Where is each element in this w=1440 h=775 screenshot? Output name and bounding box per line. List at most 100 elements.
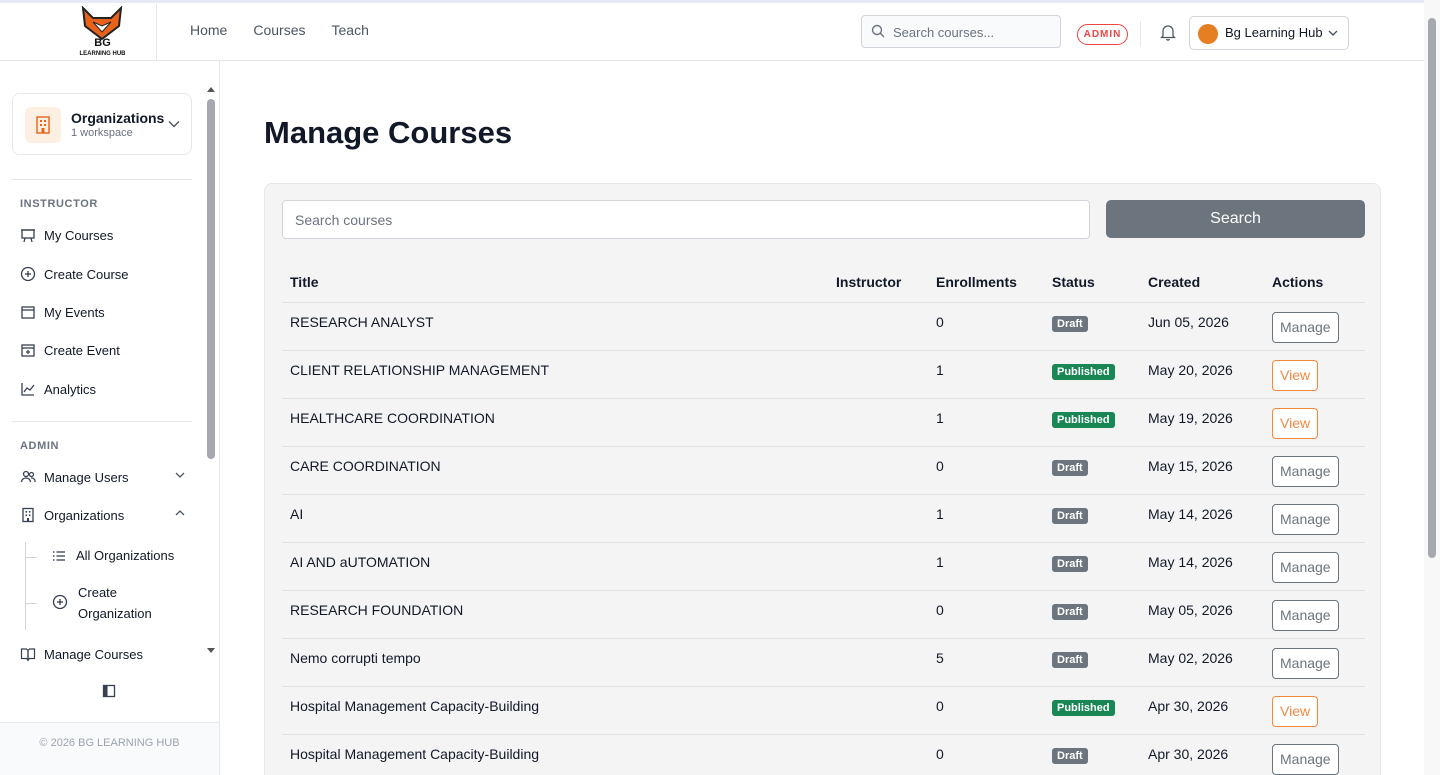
- bell-icon[interactable]: [1160, 24, 1176, 41]
- cell-title: CARE COORDINATION: [282, 446, 828, 495]
- cell-created: Apr 30, 2026: [1140, 734, 1264, 775]
- status-badge: Draft: [1052, 507, 1088, 524]
- section-label-instructor: INSTRUCTOR: [20, 198, 98, 210]
- page-title: Manage Courses: [264, 115, 513, 150]
- nav-home[interactable]: Home: [190, 22, 227, 38]
- manage-button[interactable]: Manage: [1272, 599, 1339, 631]
- plus-circle-icon: [52, 594, 68, 610]
- sidebar-subitem-create-organization[interactable]: Create Organization: [52, 582, 178, 624]
- cell-instructor: [828, 638, 928, 687]
- tree-tick: [25, 603, 37, 604]
- cell-status: Draft: [1044, 302, 1140, 351]
- cell-enrollments: 1: [928, 542, 1044, 591]
- table-row: HEALTHCARE COORDINATION 1 Published May 19,…: [282, 398, 1365, 447]
- section-label-admin: ADMIN: [20, 440, 60, 452]
- view-button[interactable]: View: [1272, 695, 1319, 727]
- manage-button[interactable]: Manage: [1272, 503, 1339, 535]
- org-switcher[interactable]: Organizations 1 workspace: [12, 93, 192, 155]
- cell-created: May 02, 2026: [1140, 638, 1264, 687]
- cell-title: HEALTHCARE COORDINATION: [282, 398, 828, 447]
- calendar-plus-icon: [21, 344, 35, 357]
- search-button[interactable]: Search: [1106, 200, 1365, 238]
- status-badge: Draft: [1052, 459, 1088, 476]
- status-badge: Published: [1052, 411, 1115, 428]
- cell-actions: Manage: [1264, 494, 1365, 543]
- manage-button[interactable]: Manage: [1272, 455, 1339, 487]
- sidebar-item-manage-courses[interactable]: Manage Courses: [20, 643, 195, 665]
- course-search-input[interactable]: [282, 200, 1090, 239]
- role-badge: ADMIN: [1077, 24, 1128, 45]
- book-open-icon: [20, 648, 36, 662]
- status-badge: Published: [1052, 363, 1115, 380]
- manage-button[interactable]: Manage: [1272, 647, 1339, 679]
- tree-line: [25, 542, 26, 630]
- cell-enrollments: 0: [928, 590, 1044, 639]
- manage-button[interactable]: Manage: [1272, 311, 1339, 343]
- sidebar-item-my-events[interactable]: My Events: [20, 301, 195, 323]
- sidebar-footer: © 2026 BG LEARNING HUB: [0, 722, 219, 775]
- top-nav: Home Courses Teach: [190, 22, 369, 38]
- sidebar-toggle-icon[interactable]: [102, 684, 116, 698]
- nav-teach[interactable]: Teach: [332, 22, 369, 38]
- fox-logo-icon: [81, 6, 123, 40]
- users-icon: [20, 470, 36, 483]
- cell-status: Draft: [1044, 446, 1140, 495]
- cell-enrollments: 1: [928, 350, 1044, 399]
- brand-logo[interactable]: BG LEARNING HUB: [60, 4, 157, 61]
- cell-created: Jun 05, 2026: [1140, 302, 1264, 351]
- cell-title: RESEARCH ANALYST: [282, 302, 828, 351]
- view-button[interactable]: View: [1272, 407, 1319, 439]
- top-bar: BG LEARNING HUB Home Courses Teach ADMIN…: [0, 0, 1424, 61]
- table-row: Hospital Management Capacity-Building 0 Pu…: [282, 686, 1365, 735]
- sidebar-item-manage-users[interactable]: Manage Users: [20, 466, 195, 488]
- account-menu[interactable]: Bg Learning Hub: [1189, 16, 1349, 50]
- page-scrollbar[interactable]: [1424, 0, 1440, 775]
- sidebar-item-create-event[interactable]: Create Event: [20, 339, 195, 361]
- cell-title: AI AND aUTOMATION: [282, 542, 828, 591]
- table-row: Nemo corrupti tempo 5 Draft May 02, 2026 Man…: [282, 638, 1365, 687]
- status-badge: Draft: [1052, 315, 1088, 332]
- cell-title: CLIENT RELATIONSHIP MANAGEMENT: [282, 350, 828, 399]
- sidebar-item-analytics[interactable]: Analytics: [20, 378, 195, 400]
- cell-actions: Manage: [1264, 446, 1365, 495]
- manage-button[interactable]: Manage: [1272, 551, 1339, 583]
- sidebar-item-label: Organizations: [44, 507, 125, 523]
- divider: [1140, 21, 1141, 47]
- column-header-created: Created: [1140, 262, 1264, 303]
- column-header-title: Title: [282, 262, 828, 303]
- building-icon: [36, 116, 50, 134]
- cell-instructor: [828, 446, 928, 495]
- sidebar: Organizations 1 workspace INSTRUCTOR My …: [0, 61, 220, 775]
- table-row: CARE COORDINATION 0 Draft May 15, 2026 Manag…: [282, 446, 1365, 495]
- sidebar-item-create-course[interactable]: Create Course: [20, 263, 195, 285]
- line-chart-icon: [21, 383, 35, 396]
- scroll-down-arrow-icon[interactable]: [206, 647, 216, 655]
- sidebar-item-label: Manage Courses: [44, 646, 143, 662]
- sidebar-item-label: Create Event: [44, 342, 120, 358]
- view-button[interactable]: View: [1272, 359, 1319, 391]
- cell-created: May 14, 2026: [1140, 542, 1264, 591]
- table-row: Hospital Management Capacity-Building 0 Dr…: [282, 734, 1365, 775]
- sidebar-item-my-courses[interactable]: My Courses: [20, 224, 195, 246]
- cell-instructor: [828, 302, 928, 351]
- top-search: [861, 15, 1061, 48]
- cell-created: May 20, 2026: [1140, 350, 1264, 399]
- manage-button[interactable]: Manage: [1272, 743, 1339, 775]
- sidebar-item-organizations[interactable]: Organizations: [20, 504, 195, 526]
- cell-created: May 15, 2026: [1140, 446, 1264, 495]
- sidebar-scrollbar[interactable]: [207, 99, 215, 459]
- cell-created: May 05, 2026: [1140, 590, 1264, 639]
- presentation-icon: [21, 229, 35, 243]
- scroll-up-arrow-icon[interactable]: [206, 85, 216, 93]
- sidebar-subitem-all-organizations[interactable]: All Organizations: [52, 545, 174, 566]
- cell-actions: Manage: [1264, 638, 1365, 687]
- sidebar-item-label: Manage Users: [44, 469, 129, 485]
- sidebar-item-label: My Courses: [44, 227, 114, 243]
- top-search-input[interactable]: [893, 22, 1053, 42]
- brand-subtitle: LEARNING HUB: [79, 51, 126, 57]
- page-scrollbar-thumb[interactable]: [1428, 18, 1436, 558]
- tree-tick: [25, 557, 37, 558]
- cell-actions: Manage: [1264, 542, 1365, 591]
- org-switcher-subtitle: 1 workspace: [71, 127, 133, 139]
- nav-courses[interactable]: Courses: [253, 22, 305, 38]
